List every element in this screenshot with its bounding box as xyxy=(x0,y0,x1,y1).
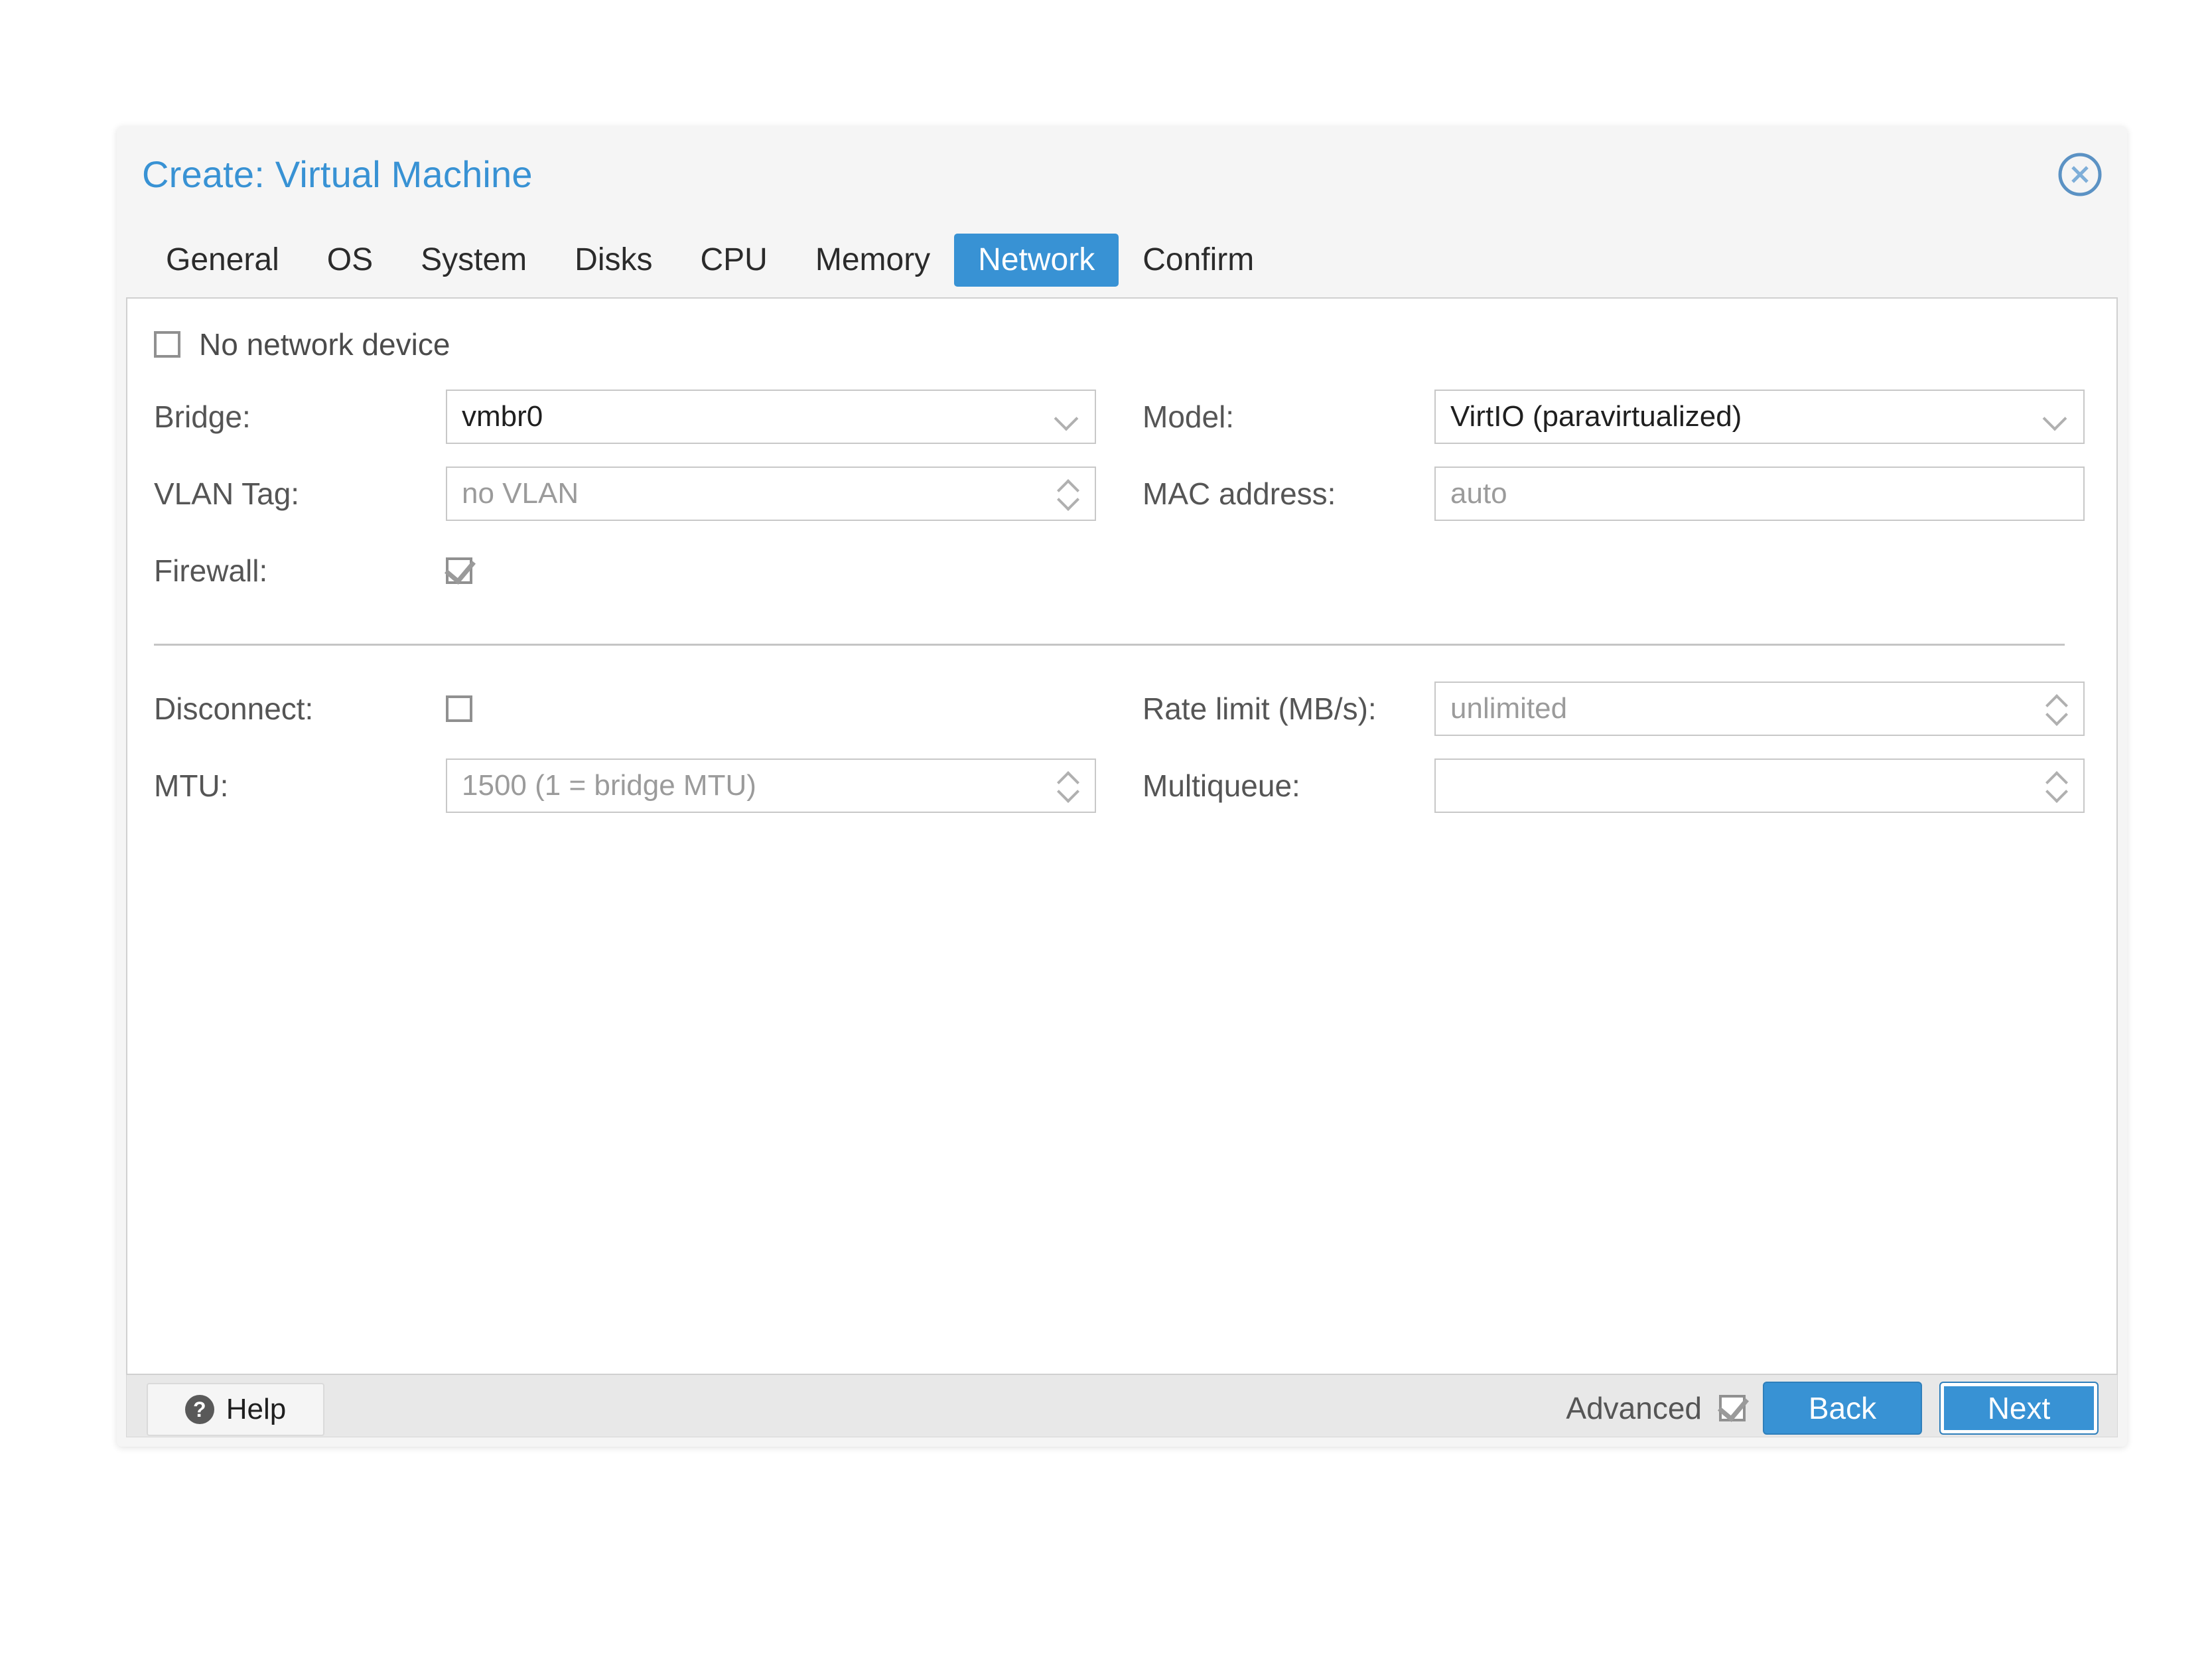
firewall-row: Firewall: xyxy=(154,532,1096,609)
bridge-input[interactable]: vmbr0 xyxy=(446,390,1096,444)
mtu-stepper[interactable] xyxy=(1057,768,1080,804)
tab-memory[interactable]: Memory xyxy=(792,234,954,287)
network-advanced-right-column: Rate limit (MB/s): unlimited Multiqueue: xyxy=(1142,670,2085,824)
vlan-tag-stepper[interactable] xyxy=(1057,476,1080,512)
rate-limit-input[interactable]: unlimited xyxy=(1434,682,2085,736)
dialog-titlebar: Create: Virtual Machine xyxy=(117,126,2127,226)
multiqueue-label: Multiqueue: xyxy=(1142,768,1300,803)
model-value: VirtIO (paravirtualized) xyxy=(1450,400,1742,433)
rate-limit-label: Rate limit (MB/s): xyxy=(1142,691,1377,726)
advanced-checkbox[interactable] xyxy=(1719,1395,1746,1421)
wizard-tab-bar: General OS System Disks CPU Memory Netwo… xyxy=(142,224,1278,296)
model-row: Model: VirtIO (paravirtualized) xyxy=(1142,378,2085,455)
chevron-down-icon[interactable] xyxy=(1056,410,1079,423)
rate-limit-row: Rate limit (MB/s): unlimited xyxy=(1142,670,2085,747)
create-vm-dialog: Create: Virtual Machine General OS Syste… xyxy=(117,126,2127,1447)
tab-network[interactable]: Network xyxy=(954,233,1119,287)
advanced-label: Advanced xyxy=(1566,1391,1702,1425)
bridge-label: Bridge: xyxy=(154,399,251,434)
multiqueue-field xyxy=(1434,758,2085,813)
mac-address-label: MAC address: xyxy=(1142,476,1336,511)
network-form-left-column: Bridge: vmbr0 VLAN Tag: no VLAN Firewall… xyxy=(154,378,1096,609)
vlan-tag-field: no VLAN xyxy=(446,467,1096,521)
mac-address-input[interactable]: auto xyxy=(1434,467,2085,521)
vlan-tag-label: VLAN Tag: xyxy=(154,476,300,511)
multiqueue-stepper[interactable] xyxy=(2045,768,2069,804)
question-mark-icon: ? xyxy=(184,1395,214,1424)
network-advanced-left-column: Disconnect: MTU: 1500 (1 = bridge MTU) xyxy=(154,670,1096,824)
dialog-title: Create: Virtual Machine xyxy=(142,153,533,195)
rate-limit-stepper[interactable] xyxy=(2045,691,2069,727)
vlan-tag-row: VLAN Tag: no VLAN xyxy=(154,455,1096,532)
mtu-row: MTU: 1500 (1 = bridge MTU) xyxy=(154,747,1096,824)
mtu-input[interactable]: 1500 (1 = bridge MTU) xyxy=(446,758,1096,813)
network-settings-panel: No network device Bridge: vmbr0 VLAN Tag… xyxy=(126,297,2118,1375)
chevron-down-icon[interactable] xyxy=(2045,410,2067,423)
tab-confirm[interactable]: Confirm xyxy=(1119,234,1278,287)
rate-limit-field: unlimited xyxy=(1434,682,2085,736)
bridge-row: Bridge: vmbr0 xyxy=(154,378,1096,455)
no-network-device-row: No network device xyxy=(154,326,450,362)
mac-address-value: auto xyxy=(1450,477,1507,510)
no-network-device-checkbox[interactable] xyxy=(154,331,180,358)
mtu-value: 1500 (1 = bridge MTU) xyxy=(462,769,756,802)
tab-disks[interactable]: Disks xyxy=(551,234,676,287)
mtu-field: 1500 (1 = bridge MTU) xyxy=(446,758,1096,813)
back-button[interactable]: Back xyxy=(1763,1382,1922,1435)
model-input[interactable]: VirtIO (paravirtualized) xyxy=(1434,390,2085,444)
section-divider xyxy=(154,644,2065,646)
network-form-right-column: Model: VirtIO (paravirtualized) MAC addr… xyxy=(1142,378,2085,532)
dialog-footer: ? Help Advanced Back Next xyxy=(126,1375,2118,1437)
rate-limit-value: unlimited xyxy=(1450,692,1568,725)
disconnect-row: Disconnect: xyxy=(154,670,1096,747)
firewall-field xyxy=(446,557,1096,584)
firewall-label: Firewall: xyxy=(154,553,268,588)
no-network-device-label: No network device xyxy=(199,327,450,362)
tab-cpu[interactable]: CPU xyxy=(676,234,791,287)
bridge-value: vmbr0 xyxy=(462,400,543,433)
disconnect-field xyxy=(446,695,1096,722)
close-icon[interactable] xyxy=(2057,151,2103,198)
multiqueue-input[interactable] xyxy=(1434,758,2085,813)
disconnect-label: Disconnect: xyxy=(154,691,314,726)
network-form: No network device Bridge: vmbr0 VLAN Tag… xyxy=(127,299,2116,1374)
vlan-tag-value: no VLAN xyxy=(462,477,579,510)
bridge-field: vmbr0 xyxy=(446,390,1096,444)
tab-os[interactable]: OS xyxy=(303,234,397,287)
help-button-label: Help xyxy=(226,1393,287,1425)
disconnect-checkbox[interactable] xyxy=(446,695,472,722)
firewall-checkbox[interactable] xyxy=(446,557,472,584)
model-label: Model: xyxy=(1142,399,1235,434)
mac-address-row: MAC address: auto xyxy=(1142,455,2085,532)
model-field: VirtIO (paravirtualized) xyxy=(1434,390,2085,444)
help-button[interactable]: ? Help xyxy=(147,1383,324,1436)
footer-actions: Advanced Back Next xyxy=(1566,1382,2099,1435)
multiqueue-row: Multiqueue: xyxy=(1142,747,2085,824)
mtu-label: MTU: xyxy=(154,768,229,803)
tab-system[interactable]: System xyxy=(397,234,551,287)
next-button[interactable]: Next xyxy=(1939,1382,2099,1435)
vlan-tag-input[interactable]: no VLAN xyxy=(446,467,1096,521)
tab-general[interactable]: General xyxy=(142,234,303,287)
mac-address-field: auto xyxy=(1434,467,2085,521)
